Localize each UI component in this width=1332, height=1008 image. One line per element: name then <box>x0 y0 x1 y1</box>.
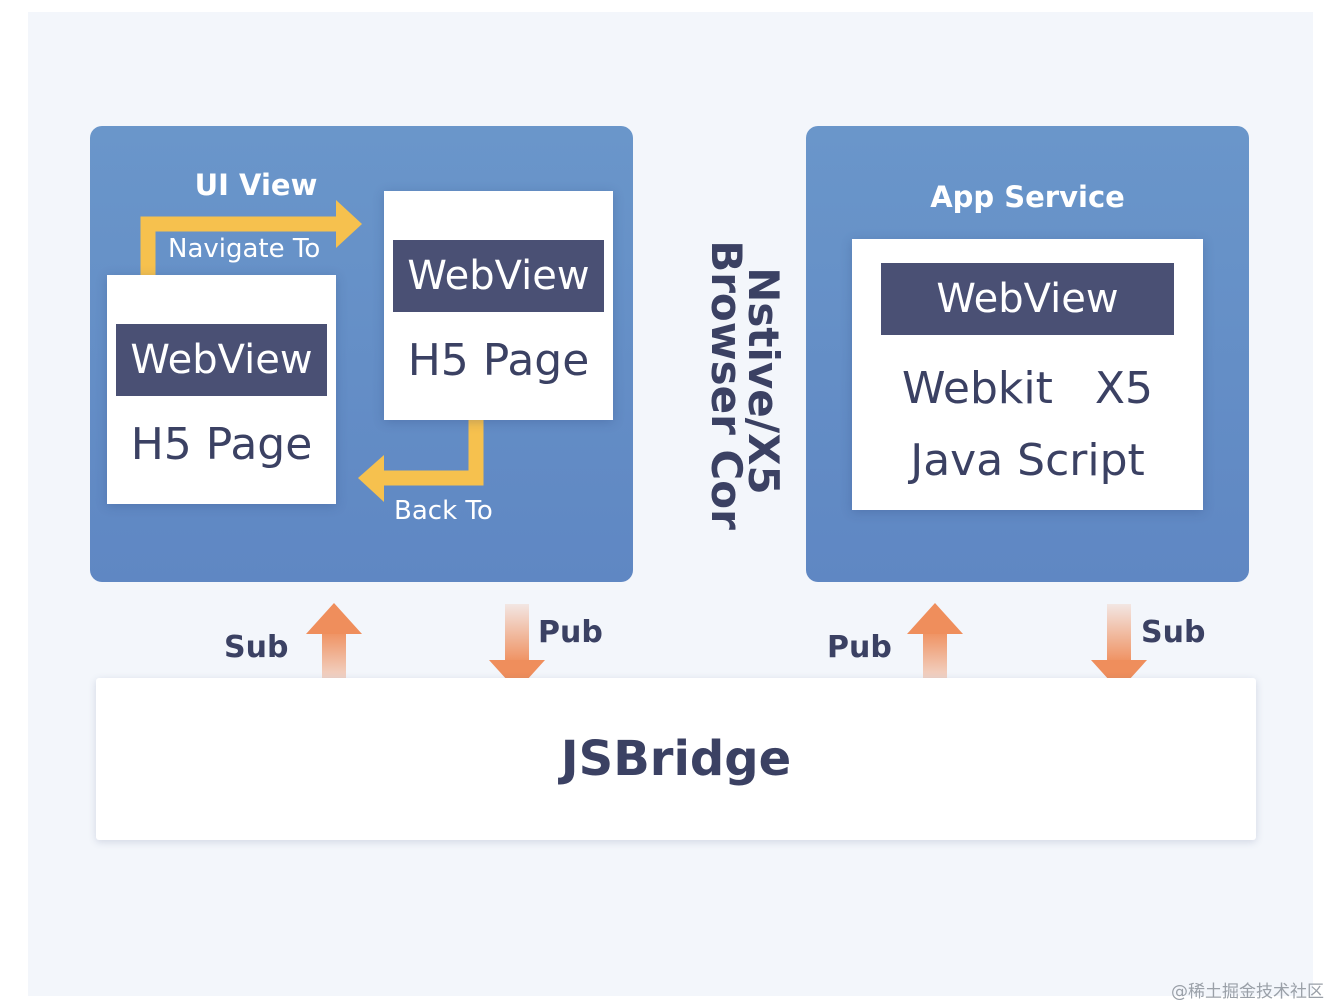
watermark: @稀土掘金技术社区 <box>1171 982 1324 1002</box>
pubsub-arrows <box>306 603 1147 691</box>
sub-arrow-up-left <box>306 603 362 690</box>
left-pub-label: Pub <box>538 615 603 650</box>
right-pub-label: Pub <box>827 630 892 665</box>
right-sub-label: Sub <box>1141 615 1206 650</box>
jsbridge-box: JSBridge <box>96 678 1256 840</box>
left-sub-label: Sub <box>224 630 289 665</box>
diagram-canvas: UI View Navigate To Back To WebView H5 P… <box>0 0 1332 1008</box>
jsbridge-label: JSBridge <box>560 731 792 787</box>
pub-arrow-up-right <box>907 603 963 690</box>
